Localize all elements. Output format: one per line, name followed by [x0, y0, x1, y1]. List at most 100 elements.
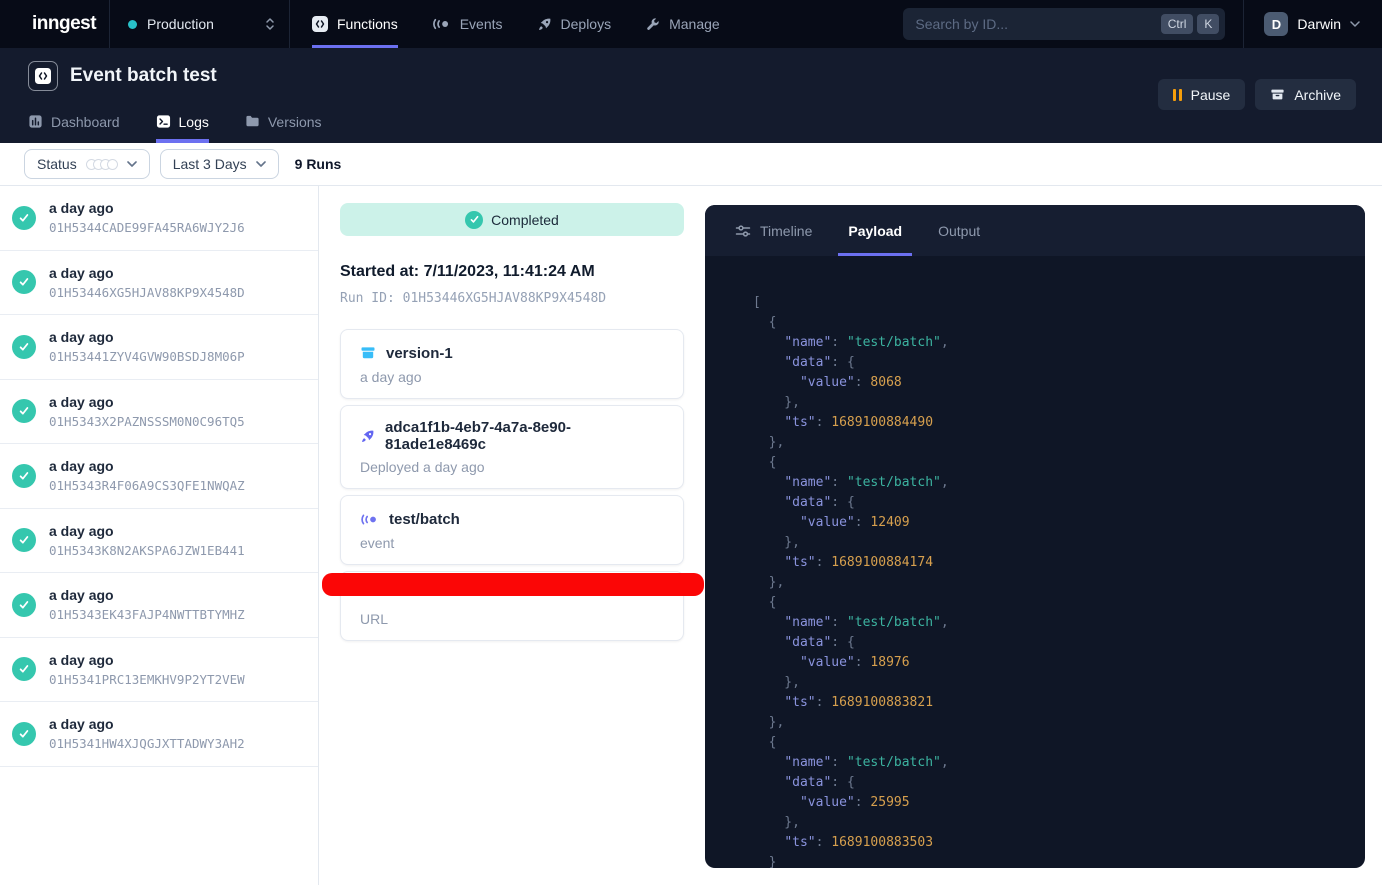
code-line: "value": 8068 — [753, 373, 1365, 393]
run-list-item[interactable]: a day ago01H53441ZYV4GVW90BSDJ8M06P — [0, 315, 318, 380]
code-line: "ts": 1689100883821 — [753, 693, 1365, 713]
deploy-card-subtitle: Deployed a day ago — [360, 459, 664, 475]
run-id: 01H5341HW4XJQGJXTTADWY3AH2 — [49, 736, 245, 751]
run-time: a day ago — [49, 652, 245, 668]
time-range-dropdown[interactable]: Last 3 Days — [160, 149, 279, 179]
function-header: Event batch test Dashboard Logs Versions… — [0, 48, 1382, 143]
code-line: { — [753, 593, 1365, 613]
run-list-item[interactable]: a day ago01H5343R4F06A9CS3QFE1NWQAZ — [0, 444, 318, 509]
code-line: } — [753, 853, 1365, 868]
event-card-title: test/batch — [389, 511, 460, 528]
code-line: "name": "test/batch", — [753, 753, 1365, 773]
nav-tab-label: Deploys — [561, 16, 612, 32]
tab-label: Logs — [179, 114, 209, 130]
success-check-icon — [12, 464, 36, 488]
dashboard-icon — [28, 114, 43, 129]
status-badge: Completed — [340, 203, 684, 236]
run-detail-panel: Completed Started at: 7/11/2023, 11:41:2… — [319, 186, 705, 885]
function-box-icon — [28, 61, 58, 91]
wrench-icon — [645, 17, 660, 32]
archive-button[interactable]: Archive — [1255, 79, 1356, 110]
run-list-item[interactable]: a day ago01H53446XG5HJAV88KP9X4548D — [0, 251, 318, 316]
environment-status-dot — [128, 20, 137, 29]
run-list-item[interactable]: a day ago 01H5343X2PAZNSSSM0N0C96TQ5 — [0, 380, 318, 445]
filter-bar: Status Last 3 Days 9 Runs — [0, 143, 1382, 186]
tab-label: Payload — [848, 223, 902, 239]
run-list-item[interactable]: a day ago01H5343K8N2AKSPA6JZW1EB441 — [0, 509, 318, 574]
code-line: "name": "test/batch", — [753, 333, 1365, 353]
nav-tab-manage[interactable]: Manage — [645, 0, 720, 48]
time-range-label: Last 3 Days — [173, 156, 247, 172]
code-line: { — [753, 733, 1365, 753]
code-line: "data": { — [753, 353, 1365, 373]
started-at: Started at: 7/11/2023, 11:41:24 AM — [340, 263, 684, 281]
runs-list: a day ago01H5344CADE99FA45RA6WJY2J6a day… — [0, 186, 318, 767]
url-card-subtitle: URL — [360, 611, 664, 627]
runs-count: 9 Runs — [295, 156, 342, 172]
tab-dashboard[interactable]: Dashboard — [28, 100, 120, 143]
user-menu[interactable]: D Darwin — [1243, 0, 1382, 48]
code-line: "ts": 1689100884490 — [753, 413, 1365, 433]
code-line: "data": { — [753, 773, 1365, 793]
archive-icon — [1270, 87, 1285, 102]
tab-logs[interactable]: Logs — [156, 100, 209, 143]
run-list-item[interactable]: a day ago 01H5341PRC13EMKHV9P2YT2VEW — [0, 638, 318, 703]
success-check-icon — [465, 211, 483, 229]
success-check-icon — [12, 657, 36, 681]
nav-tab-label: Manage — [669, 16, 720, 32]
code-line: { — [753, 453, 1365, 473]
function-icon — [312, 16, 328, 32]
folder-icon — [245, 114, 260, 129]
code-line: "data": { — [753, 493, 1365, 513]
run-output-panel: Timeline Payload Output [ { "name": "tes… — [705, 205, 1365, 868]
success-check-icon — [12, 399, 36, 423]
archive-label: Archive — [1294, 87, 1341, 103]
tab-timeline[interactable]: Timeline — [725, 205, 822, 256]
code-line: [ — [753, 293, 1365, 313]
rocket-icon — [360, 429, 375, 444]
nav-tab-deploys[interactable]: Deploys — [537, 0, 612, 48]
event-card[interactable]: test/batch event — [340, 495, 684, 565]
run-list-item[interactable]: a day ago01H5341HW4XJQGJXTTADWY3AH2 — [0, 702, 318, 767]
deploy-card-title: adca1f1b-4eb7-4a7a-8e90-81ade1e8469c — [385, 419, 664, 453]
nav-tab-functions[interactable]: Functions — [312, 0, 398, 48]
run-id: 01H5343EK43FAJP4NWTTBTYMHZ — [49, 607, 245, 622]
terminal-icon — [156, 114, 171, 129]
deploy-card[interactable]: adca1f1b-4eb7-4a7a-8e90-81ade1e8469c Dep… — [340, 405, 684, 489]
version-card[interactable]: version-1 a day ago — [340, 329, 684, 399]
run-id: 01H53441ZYV4GVW90BSDJ8M06P — [49, 349, 245, 364]
run-time: a day ago — [49, 523, 245, 539]
search-input[interactable] — [915, 16, 1156, 32]
run-list-item[interactable]: a day ago01H5343EK43FAJP4NWTTBTYMHZ — [0, 573, 318, 638]
environment-label: Production — [147, 16, 255, 32]
run-time: a day ago — [49, 200, 245, 216]
success-check-icon — [12, 593, 36, 617]
code-line: "name": "test/batch", — [753, 473, 1365, 493]
chevron-down-icon — [1350, 21, 1360, 27]
run-list-item[interactable]: a day ago01H5344CADE99FA45RA6WJY2J6 — [0, 186, 318, 251]
run-id: 01H5341PRC13EMKHV9P2YT2VEW — [49, 672, 245, 687]
success-check-icon — [12, 722, 36, 746]
tab-label: Timeline — [760, 223, 812, 239]
tab-output[interactable]: Output — [928, 205, 990, 256]
run-time: a day ago — [49, 394, 245, 410]
user-name: Darwin — [1297, 16, 1341, 32]
redaction-overlay — [322, 573, 704, 596]
tab-payload[interactable]: Payload — [838, 205, 912, 256]
success-check-icon — [12, 528, 36, 552]
code-line: }, — [753, 573, 1365, 593]
code-line: }, — [753, 393, 1365, 413]
function-tabs: Dashboard Logs Versions — [28, 100, 322, 143]
run-id: 01H5343X2PAZNSSSM0N0C96TQ5 — [49, 414, 245, 429]
environment-switcher[interactable]: Production — [110, 0, 290, 48]
pause-button[interactable]: Pause — [1158, 79, 1246, 110]
status-filter-dropdown[interactable]: Status — [24, 149, 150, 179]
nav-tab-events[interactable]: Events — [432, 0, 503, 48]
page-title: Event batch test — [70, 65, 217, 87]
pause-icon — [1173, 89, 1182, 101]
code-line: }, — [753, 533, 1365, 553]
version-card-subtitle: a day ago — [360, 369, 664, 385]
logo-container: inngest — [0, 0, 110, 48]
tab-versions[interactable]: Versions — [245, 100, 322, 143]
kbd-ctrl: Ctrl — [1161, 14, 1194, 34]
